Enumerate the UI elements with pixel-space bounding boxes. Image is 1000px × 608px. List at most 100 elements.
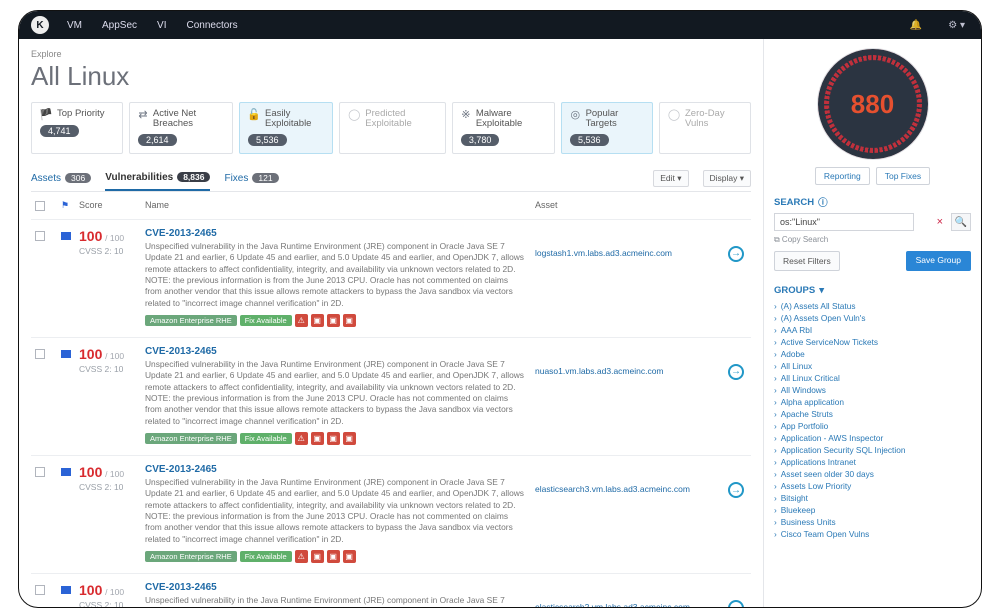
group-item[interactable]: Cisco Team Open Vulns [774, 528, 971, 540]
asset-link[interactable]: logstash1.vm.labs.ad3.acmeinc.com [535, 248, 672, 258]
row-detail-arrow-icon[interactable]: → [728, 246, 744, 262]
save-group-button[interactable]: Save Group [906, 251, 971, 271]
stat-card-2[interactable]: 🔓Easily Exploitable 5,536 [239, 102, 333, 154]
tab-vulnerabilities[interactable]: Vulnerabilities 8,836 [105, 166, 210, 191]
col-score[interactable]: Score [79, 200, 145, 210]
flag-icon[interactable] [61, 350, 71, 358]
group-item[interactable]: Asset seen older 30 days [774, 468, 971, 480]
score-max: / 100 [105, 587, 124, 597]
asset-link[interactable]: nuaso1.vm.labs.ad3.acmeinc.com [535, 366, 664, 376]
row-checkbox[interactable] [35, 349, 45, 359]
table-row: 100 / 100 CVSS 2: 10 CVE-2013-2465 Unspe… [31, 574, 751, 607]
tab-assets[interactable]: Assets 306 [31, 167, 91, 190]
card-icon: ⇄ [138, 109, 148, 121]
group-item[interactable]: (A) Assets All Status [774, 300, 971, 312]
group-item[interactable]: AAA RbI [774, 324, 971, 336]
side-panel: 880 Reporting Top Fixes SEARCHⓘ × 🔍 ⧉ Co… [763, 39, 981, 607]
reporting-button[interactable]: Reporting [815, 167, 870, 185]
group-item[interactable]: Application - AWS Inspector [774, 432, 971, 444]
row-detail-arrow-icon[interactable]: → [728, 364, 744, 380]
top-fixes-button[interactable]: Top Fixes [876, 167, 930, 185]
stat-card-6[interactable]: ◯Zero-Day Vulns [659, 102, 751, 154]
nav-appsec[interactable]: AppSec [102, 20, 137, 31]
search-heading: SEARCHⓘ [774, 195, 971, 209]
group-item[interactable]: Application Security SQL Injection [774, 444, 971, 456]
group-item[interactable]: Alpha application [774, 396, 971, 408]
row-checkbox[interactable] [35, 585, 45, 595]
group-item[interactable]: Apache Struts [774, 408, 971, 420]
tab-label: Vulnerabilities [105, 172, 173, 183]
select-all-checkbox[interactable] [35, 201, 45, 211]
chevron-down-icon[interactable]: ▾ [819, 285, 824, 296]
flag-icon[interactable]: ⚑ [61, 200, 69, 210]
vuln-description: Unspecified vulnerability in the Java Ru… [145, 241, 525, 309]
group-item[interactable]: Bitsight [774, 492, 971, 504]
tab-label: Assets [31, 173, 61, 184]
tab-count: 121 [252, 173, 278, 183]
group-item[interactable]: Applications Intranet [774, 456, 971, 468]
threat-badge-icon: ▣ [343, 432, 356, 445]
row-checkbox[interactable] [35, 231, 45, 241]
groups-list: (A) Assets All Status(A) Assets Open Vul… [774, 300, 971, 540]
card-icon: ※ [461, 109, 471, 121]
search-button[interactable]: 🔍 [951, 213, 971, 231]
reset-filters-button[interactable]: Reset Filters [774, 251, 840, 271]
stat-card-3[interactable]: ◯Predicted Exploitable [339, 102, 446, 154]
stat-card-5[interactable]: ◎Popular Targets 5,536 [561, 102, 653, 154]
group-item[interactable]: Bluekeep [774, 504, 971, 516]
flag-icon[interactable] [61, 586, 71, 594]
card-count: 2,614 [138, 134, 177, 146]
threat-badge-icon: ▣ [343, 314, 356, 327]
tab-fixes[interactable]: Fixes 121 [224, 167, 278, 190]
gear-icon[interactable]: ⚙ ▾ [944, 20, 969, 31]
asset-link[interactable]: elasticsearch3.vm.labs.ad3.acmeinc.com [535, 484, 690, 494]
col-name[interactable]: Name [145, 200, 535, 210]
group-item[interactable]: Assets Low Priority [774, 480, 971, 492]
asset-link[interactable]: elasticsearch2.vm.labs.ad3.acmeinc.com [535, 602, 690, 607]
stat-card-1[interactable]: ⇄Active Net Breaches 2,614 [129, 102, 233, 154]
flag-icon[interactable] [61, 468, 71, 476]
cvss-score: CVSS 2: 10 [79, 600, 145, 607]
group-item[interactable]: All Linux [774, 360, 971, 372]
home-logo[interactable]: K [31, 16, 49, 34]
nav-vi[interactable]: VI [157, 20, 166, 31]
breadcrumb: Explore [31, 49, 751, 59]
card-count: 5,536 [248, 134, 287, 146]
score-max: / 100 [105, 469, 124, 479]
stat-card-4[interactable]: ※Malware Exploitable 3,780 [452, 102, 555, 154]
group-item[interactable]: All Windows [774, 384, 971, 396]
cve-link[interactable]: CVE-2013-2465 [145, 464, 525, 475]
group-item[interactable]: All Linux Critical [774, 372, 971, 384]
clear-search-icon[interactable]: × [937, 216, 943, 228]
group-item[interactable]: Active ServiceNow Tickets [774, 336, 971, 348]
top-navbar: K VM AppSec VI Connectors 🔔 ⚙ ▾ [19, 11, 981, 39]
card-count: 5,536 [570, 134, 609, 146]
card-icon: ◎ [570, 109, 581, 121]
group-item[interactable]: (A) Assets Open Vuln's [774, 312, 971, 324]
flag-icon[interactable] [61, 232, 71, 240]
table-body: 100 / 100 CVSS 2: 10 CVE-2013-2465 Unspe… [31, 220, 751, 607]
row-detail-arrow-icon[interactable]: → [728, 482, 744, 498]
nav-links: VM AppSec VI Connectors [67, 20, 238, 31]
group-item[interactable]: Adobe [774, 348, 971, 360]
search-input[interactable] [774, 213, 914, 231]
edit-dropdown[interactable]: Edit ▾ [653, 170, 688, 187]
cve-link[interactable]: CVE-2013-2465 [145, 582, 525, 593]
cve-link[interactable]: CVE-2013-2465 [145, 228, 525, 239]
group-item[interactable]: App Portfolio [774, 420, 971, 432]
display-dropdown[interactable]: Display ▾ [703, 170, 752, 187]
help-icon[interactable]: ⓘ [818, 195, 828, 209]
stat-card-0[interactable]: 🏴Top Priority 4,741 [31, 102, 123, 154]
cve-link[interactable]: CVE-2013-2465 [145, 346, 525, 357]
card-icon: 🏴 [40, 109, 52, 121]
score-max: / 100 [105, 233, 124, 243]
nav-vm[interactable]: VM [67, 20, 82, 31]
group-item[interactable]: Business Units [774, 516, 971, 528]
row-detail-arrow-icon[interactable]: → [728, 600, 744, 607]
copy-search-link[interactable]: ⧉ Copy Search [774, 235, 971, 245]
bell-icon[interactable]: 🔔 [906, 20, 926, 31]
nav-connectors[interactable]: Connectors [186, 20, 237, 31]
row-checkbox[interactable] [35, 467, 45, 477]
col-asset[interactable]: Asset [535, 200, 725, 210]
tag-vendor: Amazon Enterprise RHE [145, 551, 237, 562]
